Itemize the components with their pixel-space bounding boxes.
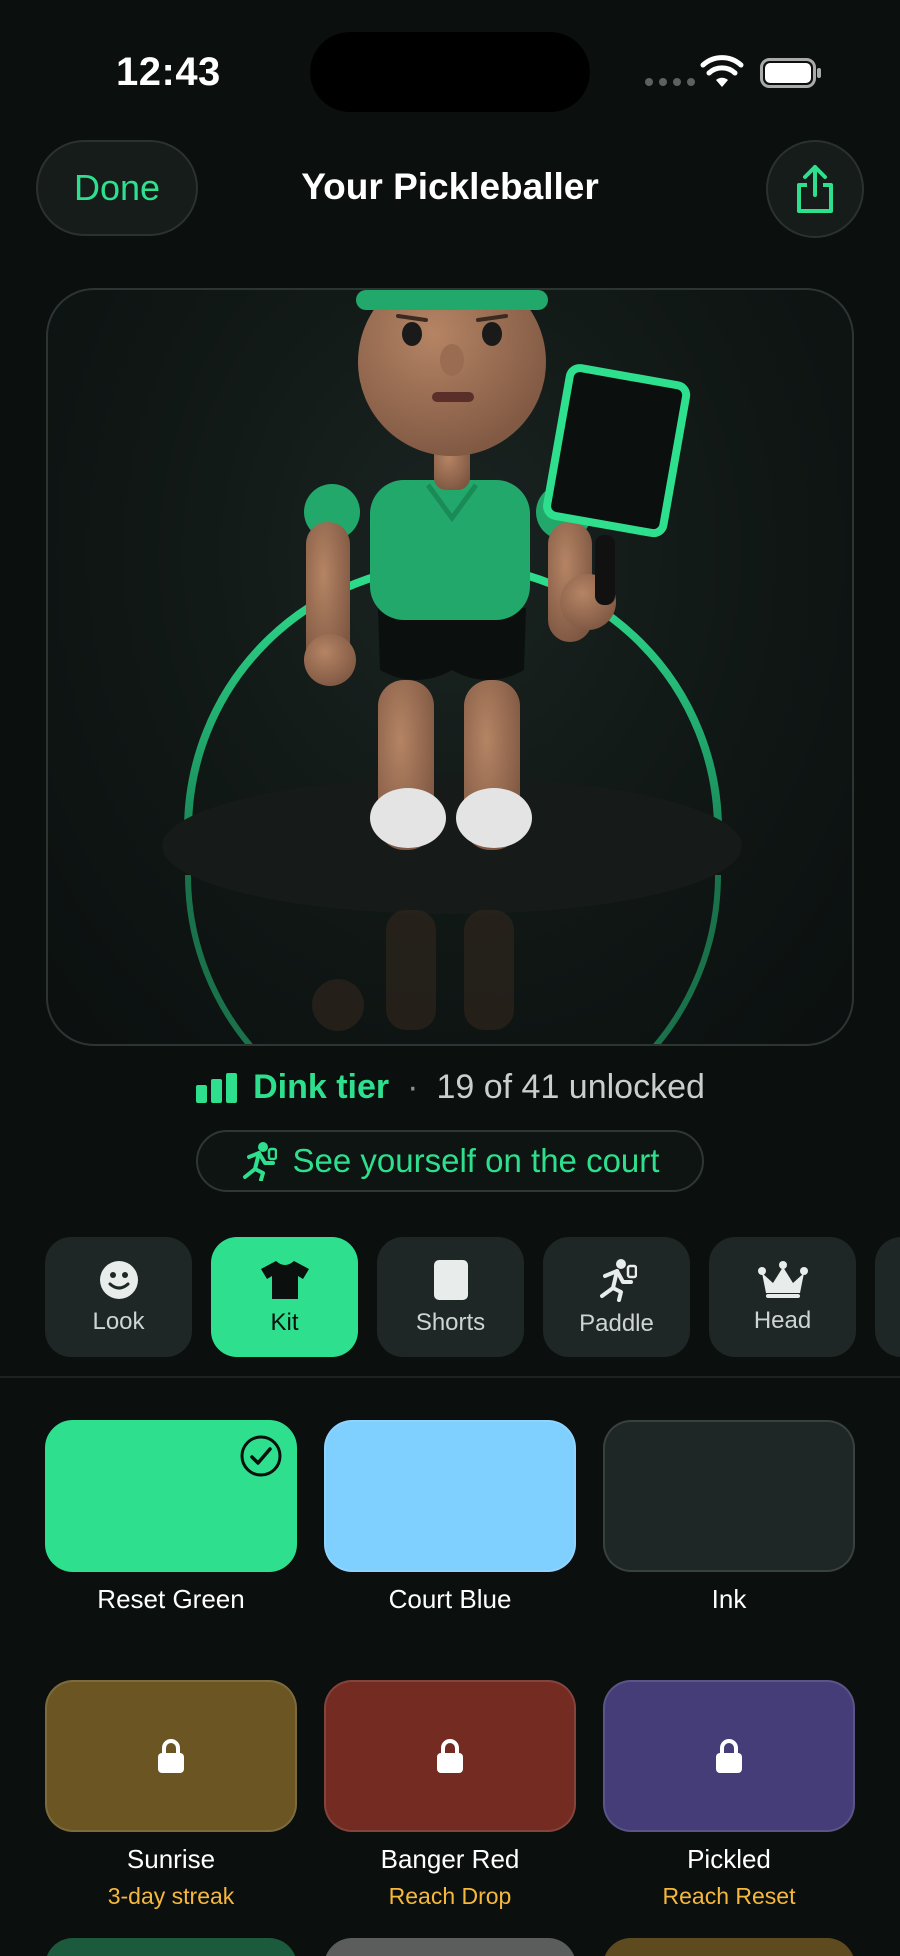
tier-separator: · — [407, 1068, 419, 1106]
see-on-court-label: See yourself on the court — [292, 1142, 660, 1179]
page-title: Your Pickleballer — [301, 166, 599, 207]
checkmark-icon — [240, 1435, 282, 1477]
tab-shorts[interactable]: Shorts — [377, 1237, 524, 1357]
swatch-sunrise[interactable]: Sunrise 3-day streak — [45, 1680, 297, 1910]
swatch-peek[interactable] — [603, 1938, 855, 1956]
smiley-icon — [99, 1261, 138, 1299]
tshirt-icon — [260, 1261, 309, 1299]
unlock-requirement: Reach Reset — [662, 1883, 796, 1909]
tab-more[interactable] — [875, 1237, 900, 1357]
cellular-signal-icon — [645, 78, 695, 86]
tier-name: Dink tier — [253, 1068, 390, 1106]
swatch-color[interactable] — [45, 1420, 297, 1572]
swatch-court-blue[interactable]: Court Blue — [324, 1420, 576, 1615]
tier-row: Dink tier · 19 of 41 unlocked — [0, 1068, 900, 1107]
shorts-icon — [433, 1260, 468, 1300]
dynamic-island — [310, 32, 590, 112]
avatar-figure — [162, 290, 742, 1044]
bar-chart-icon — [196, 1072, 238, 1103]
swatch-name: Reset Green — [97, 1584, 245, 1614]
swatch-reset-green[interactable]: Reset Green — [45, 1420, 297, 1615]
swatch-name: Ink — [711, 1584, 747, 1614]
see-on-court-button[interactable]: See yourself on the court — [196, 1130, 704, 1192]
avatar-preview[interactable] — [46, 288, 854, 1046]
unlock-requirement: 3-day streak — [107, 1883, 235, 1909]
swatch-color[interactable] — [603, 1420, 855, 1572]
swatch-peek[interactable] — [324, 1938, 576, 1956]
swatch-ink[interactable]: Ink — [603, 1420, 855, 1615]
swatch-name: Court Blue — [388, 1584, 512, 1614]
status-bar: 12:43 — [0, 0, 900, 140]
lock-icon — [716, 1739, 742, 1773]
swatch-banger-red[interactable]: Banger Red Reach Drop — [324, 1680, 576, 1910]
tab-kit[interactable]: Kit — [211, 1237, 358, 1357]
crown-icon — [757, 1261, 808, 1298]
swatch-name: Banger Red — [380, 1844, 520, 1874]
unlock-count: 19 of 41 unlocked — [436, 1068, 705, 1106]
tab-head[interactable]: Head — [709, 1237, 856, 1357]
swatch-color[interactable] — [324, 1420, 576, 1572]
tab-head-label: Head — [753, 1307, 812, 1334]
lock-icon — [437, 1739, 463, 1773]
tab-look-label: Look — [92, 1308, 145, 1335]
share-icon — [797, 165, 833, 213]
swatch-name: Pickled — [687, 1844, 771, 1874]
swatch-peek[interactable] — [45, 1938, 297, 1956]
section-divider — [0, 1376, 900, 1378]
swatch-color[interactable] — [603, 1680, 855, 1832]
category-tabs: Look Kit Shorts Paddle Head — [45, 1237, 900, 1357]
unlock-requirement: Reach Drop — [388, 1883, 512, 1909]
swatch-color[interactable] — [45, 1680, 297, 1832]
share-button[interactable] — [766, 140, 864, 238]
swatch-color[interactable] — [324, 1680, 576, 1832]
wifi-icon — [700, 55, 744, 87]
tab-look[interactable]: Look — [45, 1237, 192, 1357]
tab-paddle-label: Paddle — [579, 1310, 654, 1337]
tab-paddle[interactable]: Paddle — [543, 1237, 690, 1357]
tab-shorts-label: Shorts — [415, 1309, 486, 1336]
player-icon — [599, 1259, 637, 1302]
swatch-pickled[interactable]: Pickled Reach Reset — [603, 1680, 855, 1910]
tab-kit-label: Kit — [270, 1309, 299, 1336]
status-time: 12:43 — [116, 50, 221, 94]
battery-icon — [760, 58, 821, 88]
swatch-name: Sunrise — [126, 1844, 216, 1874]
lock-icon — [158, 1739, 184, 1773]
running-player-icon — [242, 1142, 277, 1181]
